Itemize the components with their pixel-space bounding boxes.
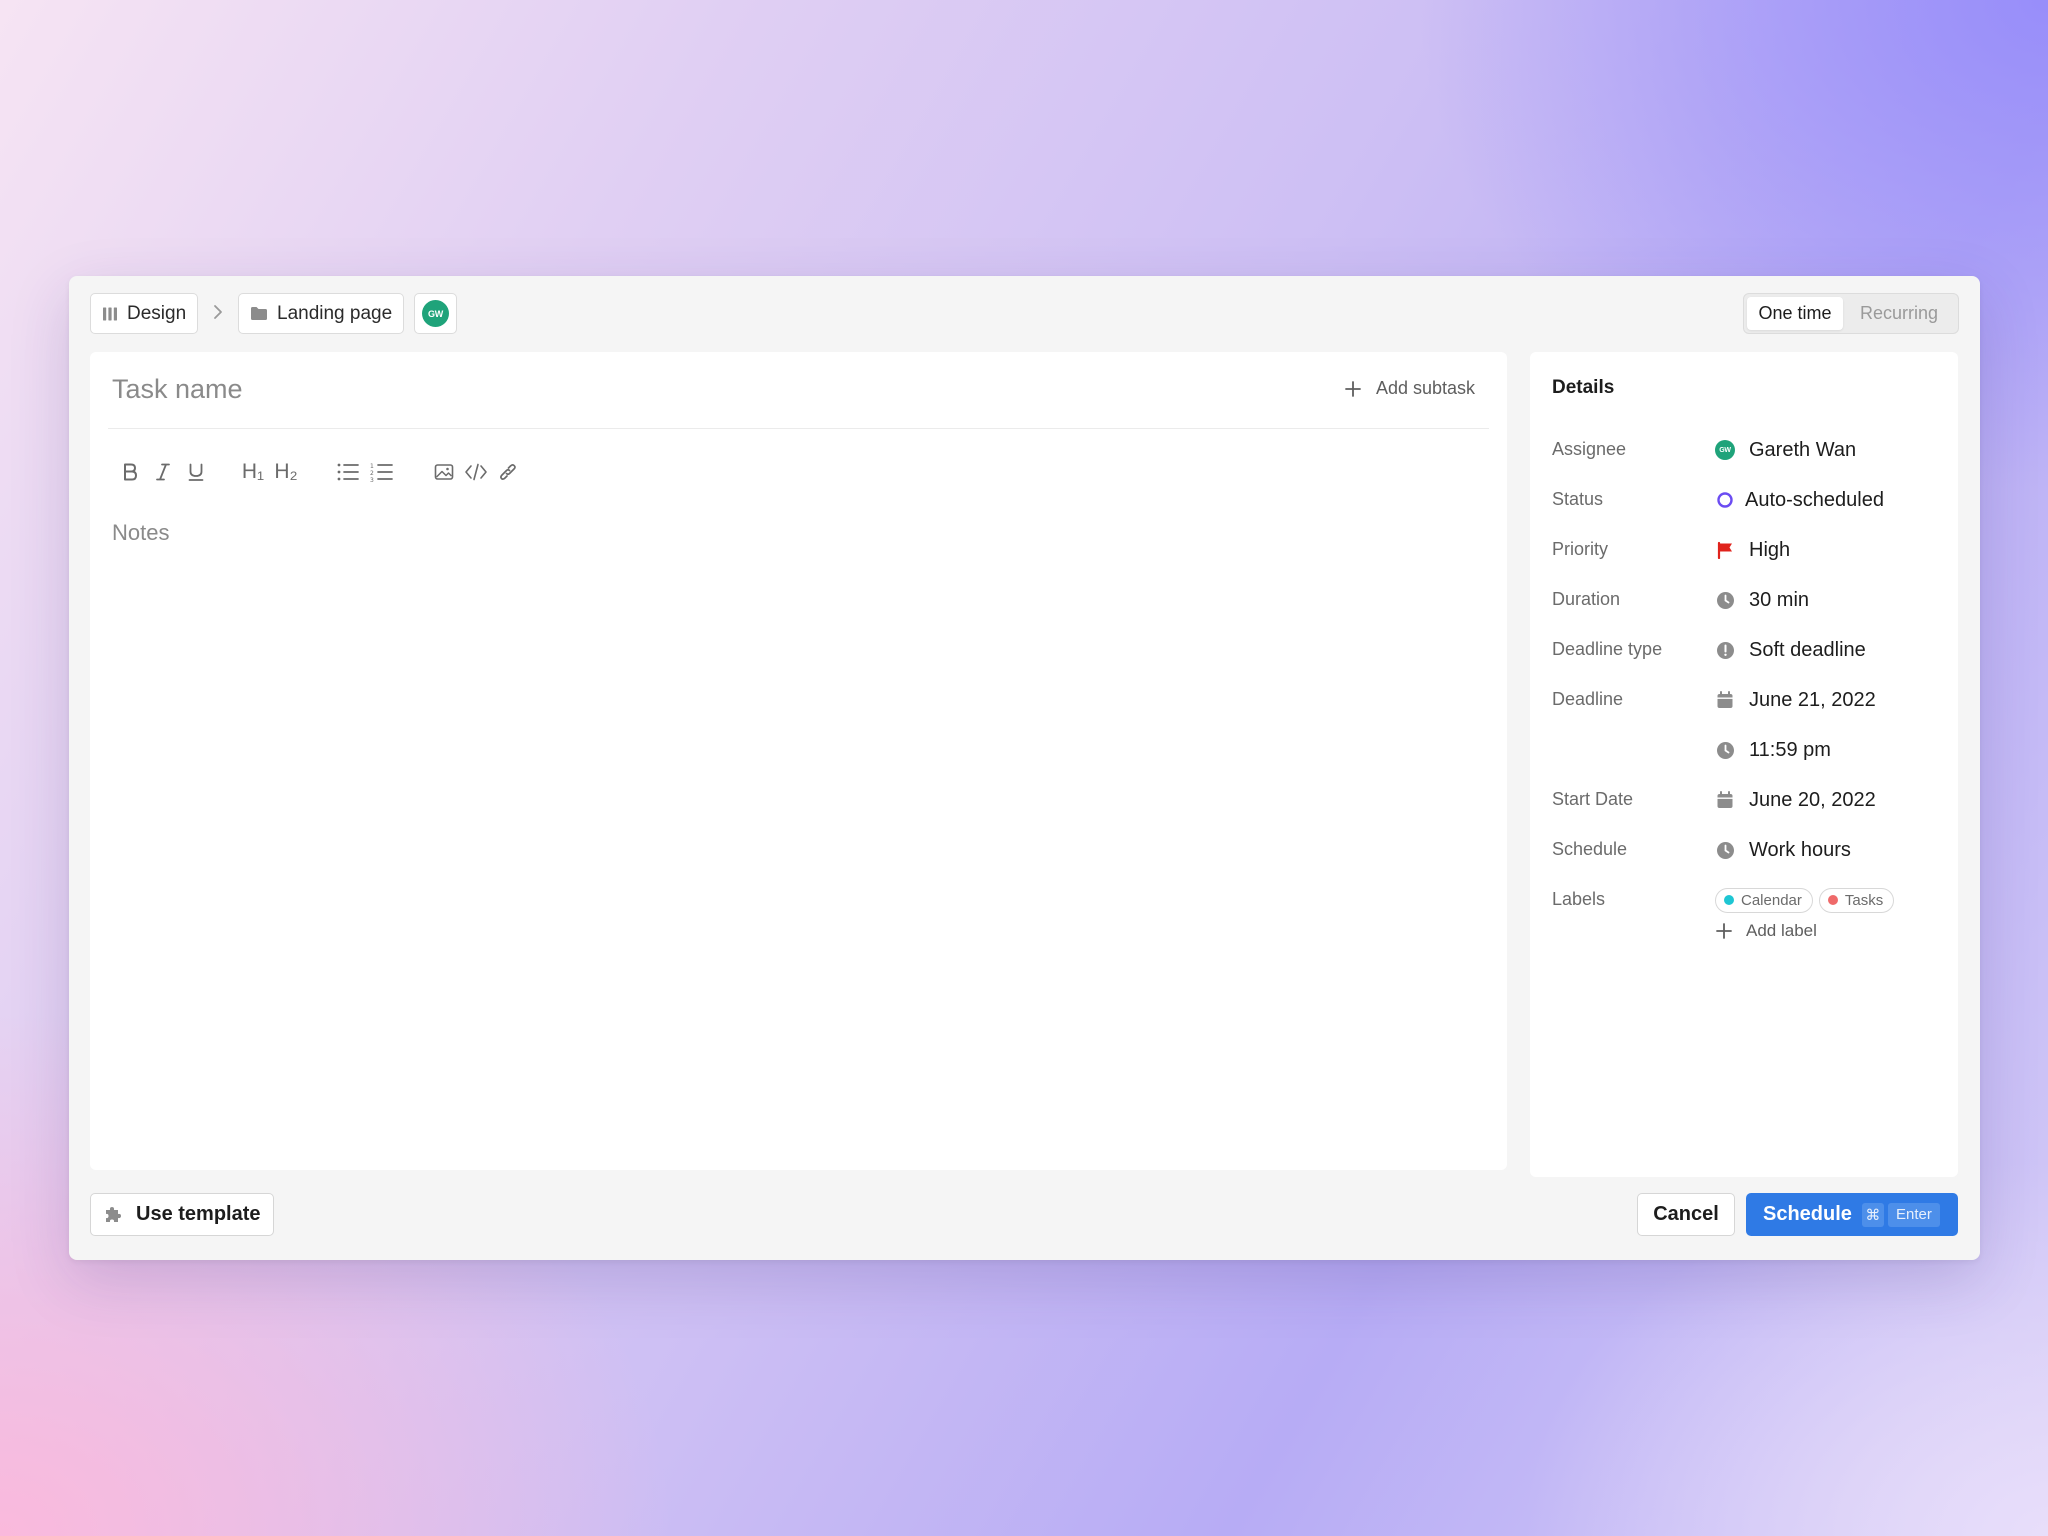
deadline-label: Deadline: [1552, 689, 1624, 709]
priority-text: High: [1749, 538, 1791, 561]
label-chip-text: Tasks: [1844, 891, 1884, 909]
status-circle-icon: [1715, 490, 1735, 510]
link-icon[interactable]: [494, 457, 522, 487]
svg-text:2: 2: [370, 470, 374, 477]
flag-icon: [1715, 540, 1735, 560]
heading-2-icon[interactable]: H₂: [269, 457, 303, 487]
breadcrumb-project-label: Landing page: [277, 302, 393, 324]
add-label-text: Add label: [1746, 921, 1817, 940]
deadline-type-row: Deadline type Soft deadline: [1552, 635, 1942, 665]
svg-text:3: 3: [370, 477, 374, 482]
underline-icon[interactable]: [182, 457, 210, 487]
label-chip-tasks[interactable]: Tasks: [1818, 887, 1895, 913]
details-panel: Details Assignee GW Gareth Wan Status Au…: [1530, 352, 1958, 1177]
alert-icon: [1715, 640, 1735, 660]
duration-text: 30 min: [1749, 588, 1810, 611]
bold-icon[interactable]: [116, 457, 144, 487]
heading-1-icon[interactable]: H₁: [236, 457, 270, 487]
image-icon[interactable]: [430, 457, 458, 487]
priority-label: Priority: [1552, 539, 1609, 559]
italic-icon[interactable]: [149, 457, 177, 487]
frequency-toggle: One time Recurring: [1743, 293, 1959, 334]
puzzle-icon: [106, 1206, 121, 1222]
schedule-text: Work hours: [1749, 838, 1851, 861]
board-icon: [103, 307, 117, 320]
clock-icon: [1715, 740, 1735, 760]
deadline-date-text: June 21, 2022: [1749, 688, 1876, 711]
editor-panel: Task name Add subtask H₁ H₂ 123 Notes: [90, 352, 1507, 1170]
clock-icon: [1715, 840, 1735, 860]
deadline-row: Deadline June 21, 2022: [1552, 685, 1942, 715]
plus-icon: [1716, 923, 1732, 939]
deadline-type-value[interactable]: Soft deadline: [1715, 635, 1866, 665]
avatar: GW: [1715, 440, 1735, 460]
duration-label: Duration: [1552, 589, 1621, 609]
label-color-dot: [1724, 895, 1734, 905]
breadcrumb-workspace-label: Design: [127, 302, 187, 324]
label-color-dot: [1827, 895, 1838, 905]
schedule-row: Schedule Work hours: [1552, 835, 1942, 865]
numbered-list-icon[interactable]: 123: [368, 457, 396, 487]
assignee-avatar-button[interactable]: GW: [414, 293, 457, 334]
status-value[interactable]: Auto-scheduled: [1715, 485, 1884, 515]
deadline-time-text: 11:59 pm: [1749, 738, 1831, 761]
deadline-date-value[interactable]: June 21, 2022: [1715, 685, 1876, 715]
label-chip-calendar[interactable]: Calendar: [1715, 887, 1813, 913]
calendar-icon: [1715, 690, 1735, 710]
code-icon[interactable]: [462, 457, 490, 487]
status-text: Auto-scheduled: [1745, 488, 1884, 511]
status-label: Status: [1552, 489, 1604, 509]
breadcrumb-project[interactable]: Landing page: [238, 293, 405, 334]
shortcut-enter: Enter: [1887, 1202, 1940, 1227]
duration-row: Duration 30 min: [1552, 585, 1942, 615]
assignee-value[interactable]: GW Gareth Wan: [1715, 435, 1856, 465]
priority-row: Priority High: [1552, 535, 1942, 565]
labels-row: Labels Calendar Tasks Add label: [1552, 885, 1942, 940]
avatar: GW: [422, 300, 449, 327]
use-template-label: Use template: [136, 1203, 261, 1225]
add-subtask-button[interactable]: Add subtask: [1344, 378, 1475, 399]
shortcut-cmd: ⌘: [1861, 1202, 1884, 1227]
schedule-label: Schedule: [1763, 1203, 1852, 1225]
task-name-input[interactable]: Task name: [112, 374, 243, 405]
deadline-time-value[interactable]: 11:59 pm: [1715, 735, 1831, 765]
status-row: Status Auto-scheduled: [1552, 485, 1942, 515]
plus-icon: [1345, 380, 1361, 397]
label-chip-text: Calendar: [1741, 891, 1802, 909]
folder-icon: [251, 307, 267, 320]
duration-value[interactable]: 30 min: [1715, 585, 1809, 615]
deadline-type-text: Soft deadline: [1749, 638, 1866, 661]
assignee-label: Assignee: [1552, 439, 1627, 459]
assignee-row: Assignee GW Gareth Wan: [1552, 435, 1942, 465]
chevron-right-icon: [214, 305, 222, 319]
labels-list: Calendar Tasks: [1715, 885, 1895, 915]
task-dialog: Design Landing page GW One time Recurrin…: [69, 276, 1980, 1260]
bullet-list-icon[interactable]: [334, 457, 362, 487]
add-label-button[interactable]: Add label: [1715, 921, 1817, 941]
start-date-value[interactable]: June 20, 2022: [1715, 785, 1876, 815]
details-title: Details: [1552, 377, 1615, 398]
start-date-row: Start Date June 20, 2022: [1552, 785, 1942, 815]
breadcrumb-workspace[interactable]: Design: [90, 293, 199, 334]
cancel-button[interactable]: Cancel: [1637, 1193, 1735, 1236]
divider: [108, 428, 1489, 429]
start-date-text: June 20, 2022: [1749, 788, 1876, 811]
schedule-button[interactable]: Schedule ⌘ Enter: [1746, 1193, 1958, 1236]
use-template-button[interactable]: Use template: [90, 1193, 274, 1236]
one-time-option[interactable]: One time: [1747, 297, 1843, 330]
clock-icon: [1715, 590, 1735, 610]
priority-value[interactable]: High: [1715, 535, 1790, 565]
deadline-time-row: 11:59 pm: [1552, 735, 1942, 765]
start-date-label: Start Date: [1552, 789, 1634, 809]
notes-input[interactable]: Notes: [112, 520, 169, 546]
add-subtask-label: Add subtask: [1375, 378, 1475, 398]
labels-label: Labels: [1552, 889, 1606, 909]
deadline-type-label: Deadline type: [1552, 639, 1663, 659]
svg-text:1: 1: [370, 463, 374, 470]
schedule-value[interactable]: Work hours: [1715, 835, 1851, 865]
schedule-label: Schedule: [1552, 839, 1628, 859]
calendar-icon: [1715, 790, 1735, 810]
recurring-option[interactable]: Recurring: [1843, 297, 1955, 330]
assignee-name: Gareth Wan: [1749, 438, 1857, 461]
